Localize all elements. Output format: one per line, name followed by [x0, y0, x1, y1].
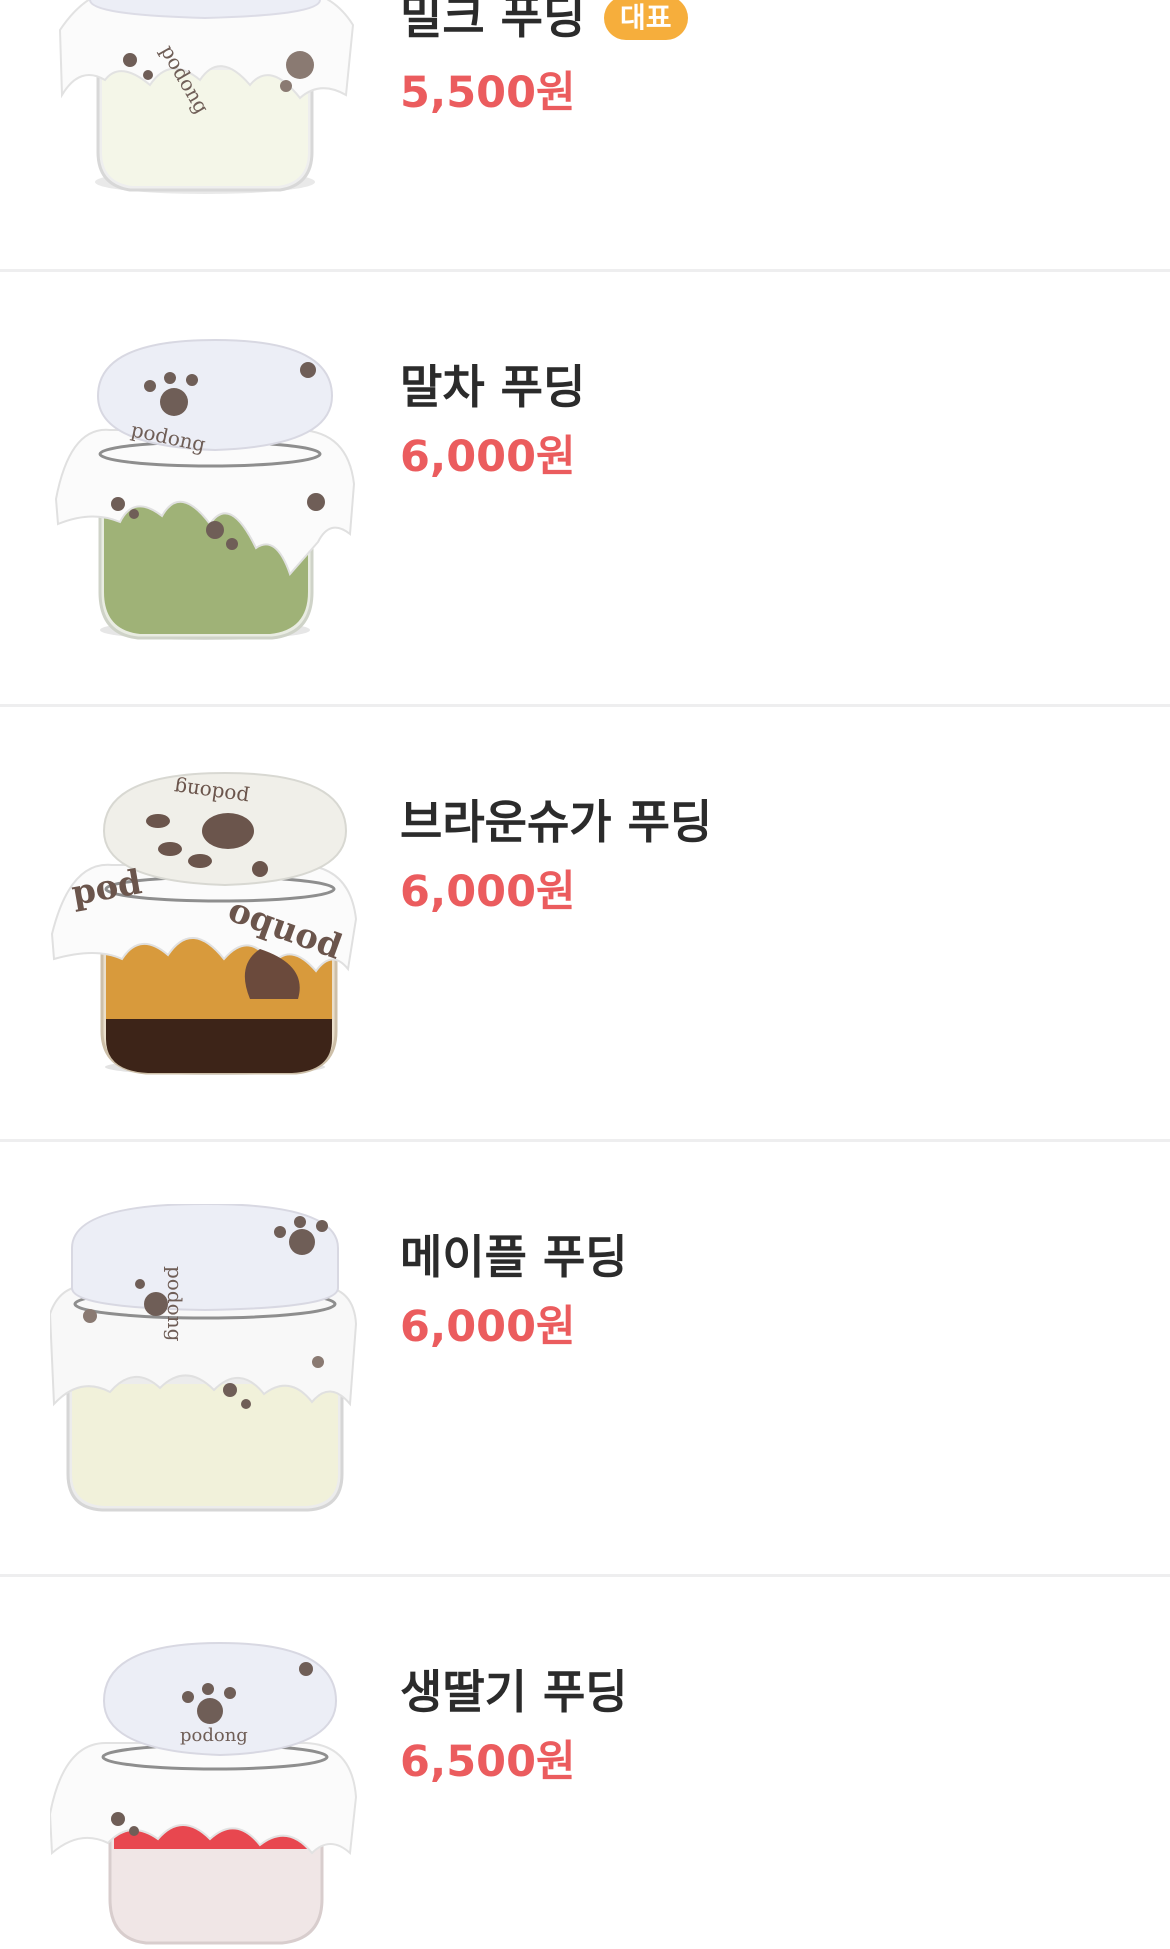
menu-item-milk-pudding[interactable]: podong 밀크 푸딩 대표 5,500원 [0, 0, 1170, 270]
menu-item-matcha-pudding[interactable]: podong 말차 푸딩 6,000원 [0, 272, 1170, 704]
menu-item-brown-sugar-pudding[interactable]: podong oquod pod 브라운슈가 푸딩 6,000원 [0, 707, 1170, 1139]
maple-pudding-image: podong [50, 1204, 360, 1514]
menu-item-maple-pudding[interactable]: podong 메이플 푸딩 6,000원 [0, 1142, 1170, 1574]
menu-item-name: 메이플 푸딩 [400, 1230, 628, 1284]
pudding-jar-illustration: podong [50, 1641, 358, 1945]
menu-item-price: 6,500원 [400, 1737, 576, 1787]
signature-badge: 대표 [604, 0, 688, 40]
menu-list: podong 밀크 푸딩 대표 5,500원 podong 말차 푸딩 6,00… [0, 0, 1170, 1945]
lid-text: podong [163, 1266, 187, 1342]
brown-sugar-pudding-image: podong oquod pod [50, 769, 360, 1079]
menu-item-price: 6,000원 [400, 867, 576, 917]
strawberry-pudding-image: podong [50, 1639, 360, 1949]
milk-pudding-image: podong [50, 0, 360, 200]
menu-item-name: 생딸기 푸딩 [400, 1665, 628, 1719]
lid-text: podong [180, 1725, 248, 1746]
matcha-pudding-image: podong [50, 334, 360, 644]
menu-item-price: 5,500원 [400, 68, 576, 118]
menu-item-strawberry-pudding[interactable]: podong 생딸기 푸딩 6,500원 [0, 1577, 1170, 1945]
pudding-jar-illustration: podong [54, 338, 356, 640]
pudding-jar-illustration: podong [50, 1204, 358, 1512]
menu-item-name: 밀크 푸딩 [400, 0, 586, 44]
menu-item-price: 6,000원 [400, 432, 576, 482]
menu-item-price: 6,000원 [400, 1302, 576, 1352]
menu-item-name: 브라운슈가 푸딩 [400, 795, 713, 849]
pudding-jar-illustration: podong [58, 0, 355, 194]
pudding-jar-illustration: podong oquod pod [50, 771, 358, 1075]
menu-item-name: 말차 푸딩 [400, 360, 586, 414]
